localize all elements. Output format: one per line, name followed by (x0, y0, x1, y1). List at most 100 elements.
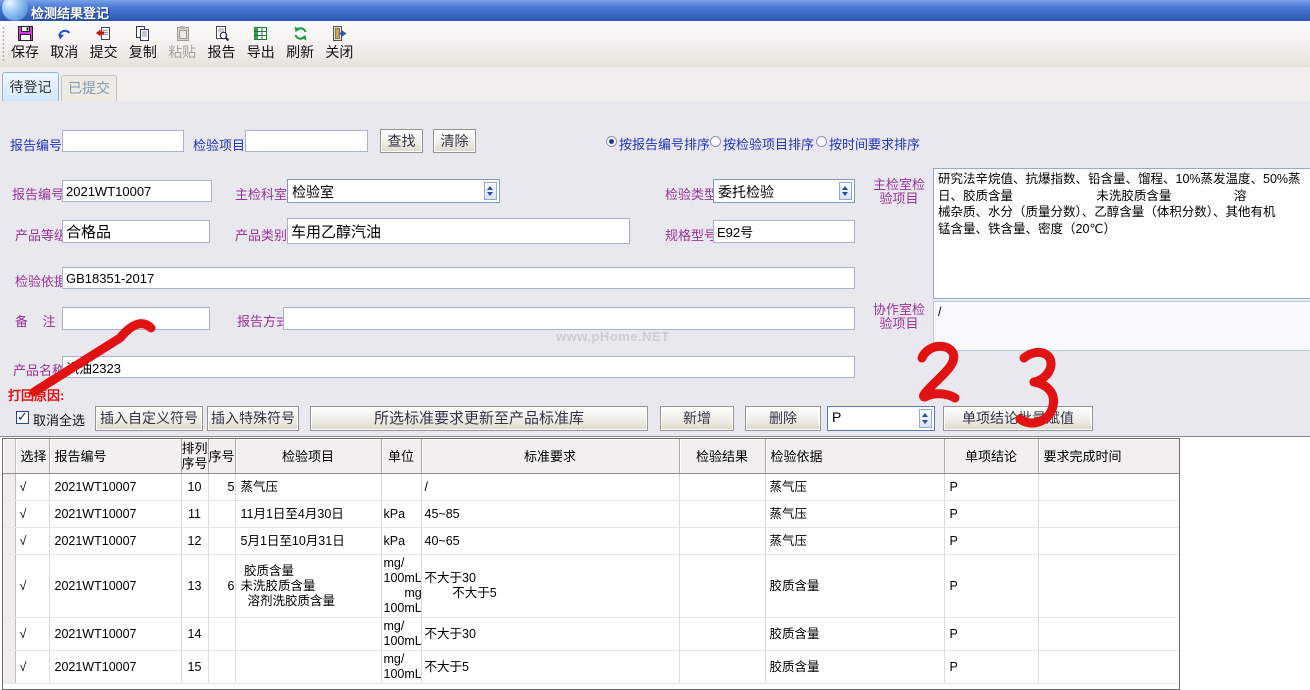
table-cell[interactable]: mg/ 100mL (381, 651, 421, 684)
table-cell[interactable]: 2021WT10007 (49, 555, 181, 618)
table-cell[interactable] (679, 474, 765, 501)
toolbar-submit-button[interactable]: 提交 (85, 23, 123, 65)
table-cell[interactable] (208, 651, 235, 684)
batch-assign-conclusion-button[interactable]: 单项结论批量赋值 (943, 406, 1093, 431)
sort-radio-1[interactable] (710, 136, 721, 147)
column-header-8[interactable]: 检验依据 (765, 439, 944, 474)
table-cell[interactable]: P (944, 555, 1038, 618)
table-cell[interactable]: P (944, 528, 1038, 555)
table-cell[interactable]: 6 (208, 555, 235, 618)
remark-input[interactable] (62, 307, 210, 330)
table-cell[interactable]: P (944, 474, 1038, 501)
table-cell[interactable]: 40~65 (421, 528, 679, 555)
table-cell[interactable]: P (944, 501, 1038, 528)
toolbar-copy-button[interactable]: 复制 (124, 23, 162, 65)
table-cell[interactable]: 45~85 (421, 501, 679, 528)
clear-button[interactable]: 清除 (433, 129, 476, 153)
sort-radio-0[interactable] (606, 136, 617, 147)
tab-pending[interactable]: 待登记 (2, 72, 59, 101)
category-input[interactable] (287, 218, 630, 244)
table-cell[interactable]: mg/ 100mL (381, 618, 421, 651)
spinner-icon[interactable] (839, 182, 852, 200)
table-cell[interactable]: 14 (181, 618, 208, 651)
table-cell[interactable] (679, 528, 765, 555)
column-header-5[interactable]: 单位 (381, 439, 421, 474)
table-cell[interactable]: kPa (381, 501, 421, 528)
table-cell[interactable] (1038, 474, 1179, 501)
toolbar-cancel-button[interactable]: 取消 (45, 23, 83, 65)
row-indicator[interactable] (3, 651, 15, 684)
tab-submitted[interactable]: 已提交 (61, 75, 117, 101)
toolbar-refresh-button[interactable]: 刷新 (281, 23, 319, 65)
spec-input[interactable] (713, 220, 855, 243)
row-indicator[interactable] (3, 618, 15, 651)
row-select-check[interactable]: √ (15, 651, 49, 684)
row-select-check[interactable]: √ (15, 528, 49, 555)
table-cell[interactable]: kPa (381, 528, 421, 555)
table-cell[interactable] (1038, 501, 1179, 528)
table-cell[interactable] (1038, 528, 1179, 555)
conclusion-combo[interactable]: P (827, 406, 935, 431)
column-header-1[interactable]: 报告编号 (49, 439, 181, 474)
table-cell[interactable]: 5 (208, 474, 235, 501)
toolbar-close-button[interactable]: 关闭 (320, 23, 358, 65)
table-cell[interactable]: 不大于5 (421, 651, 679, 684)
column-header-3[interactable]: 序号 (208, 439, 235, 474)
table-cell[interactable]: 胶质含量 (765, 555, 944, 618)
table-cell[interactable]: 2021WT10007 (49, 474, 181, 501)
table-cell[interactable]: 2021WT10007 (49, 651, 181, 684)
search-item-input[interactable] (245, 130, 368, 152)
table-cell[interactable] (679, 555, 765, 618)
column-header-7[interactable]: 检验结果 (679, 439, 765, 474)
table-cell[interactable] (679, 501, 765, 528)
toolbar-export-button[interactable]: 导出 (242, 23, 280, 65)
row-indicator[interactable] (3, 528, 15, 555)
table-cell[interactable]: 不大于30 不大于5 (421, 555, 679, 618)
table-cell[interactable]: 10 (181, 474, 208, 501)
grade-input[interactable] (62, 220, 210, 243)
table-cell[interactable]: 胶质含量 未洗胶质含量 溶剂洗胶质含量 (235, 555, 381, 618)
find-button[interactable]: 查找 (380, 129, 423, 153)
table-cell[interactable]: 2021WT10007 (49, 528, 181, 555)
sort-radio-label-0[interactable]: 按报告编号排序 (619, 134, 710, 153)
spinner-icon[interactable] (484, 182, 497, 200)
cancel-select-all-checkbox[interactable] (16, 411, 29, 424)
inspect-type-combo[interactable]: 委托检验 (713, 179, 855, 203)
table-cell[interactable]: 胶质含量 (765, 618, 944, 651)
table-cell[interactable]: 蒸气压 (235, 474, 381, 501)
column-header-6[interactable]: 标准要求 (421, 439, 679, 474)
table-cell[interactable] (1038, 651, 1179, 684)
row-indicator[interactable] (3, 474, 15, 501)
table-cell[interactable] (679, 651, 765, 684)
column-header-9[interactable]: 单项结论 (944, 439, 1038, 474)
table-cell[interactable]: 2021WT10007 (49, 618, 181, 651)
toolbar-grip[interactable] (2, 26, 5, 62)
table-cell[interactable]: P (944, 651, 1038, 684)
row-indicator[interactable] (3, 501, 15, 528)
table-cell[interactable]: 不大于30 (421, 618, 679, 651)
table-cell[interactable]: P (944, 618, 1038, 651)
table-cell[interactable] (1038, 618, 1179, 651)
coop-items-textarea[interactable]: / (933, 301, 1310, 351)
row-indicator[interactable] (3, 555, 15, 618)
main-dept-combo[interactable]: 检验室 (287, 179, 500, 203)
spinner-icon[interactable] (919, 409, 932, 428)
sort-radio-label-2[interactable]: 按时间要求排序 (829, 134, 920, 153)
report-method-input[interactable] (283, 307, 855, 330)
delete-row-button[interactable]: 删除 (745, 406, 821, 431)
insert-custom-symbol-button[interactable]: 插入自定义符号 (95, 406, 203, 431)
table-cell[interactable]: 15 (181, 651, 208, 684)
table-cell[interactable]: 11月1日至4月30日 (235, 501, 381, 528)
toolbar-save-button[interactable]: 保存 (6, 23, 44, 65)
table-cell[interactable]: 胶质含量 (765, 651, 944, 684)
table-cell[interactable]: mg/ 100mL mg/ 100mL (381, 555, 421, 618)
table-cell[interactable] (235, 651, 381, 684)
column-header-0[interactable]: 选择 (15, 439, 49, 474)
column-header-4[interactable]: 检验项目 (235, 439, 381, 474)
column-header-10[interactable]: 要求完成时间 (1038, 439, 1179, 474)
row-select-check[interactable]: √ (15, 618, 49, 651)
table-cell[interactable]: 12 (181, 528, 208, 555)
search-report-no-input[interactable] (62, 130, 184, 152)
row-select-check[interactable]: √ (15, 555, 49, 618)
table-cell[interactable] (381, 474, 421, 501)
